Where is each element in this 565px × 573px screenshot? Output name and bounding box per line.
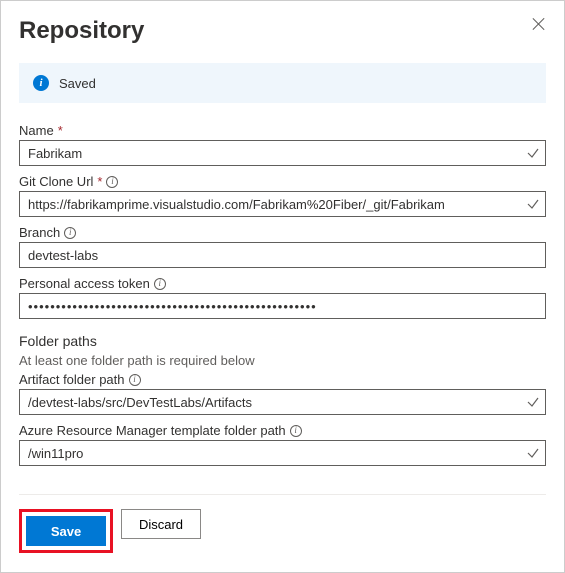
- folder-paths-title: Folder paths: [19, 333, 546, 349]
- branch-input[interactable]: [19, 242, 546, 268]
- save-highlight: Save: [19, 509, 113, 553]
- branch-label: Branch i: [19, 225, 546, 240]
- save-button[interactable]: Save: [26, 516, 106, 546]
- arm-path-input[interactable]: [19, 440, 546, 466]
- required-mark: *: [97, 174, 102, 189]
- divider: [19, 494, 546, 495]
- artifact-path-input[interactable]: [19, 389, 546, 415]
- discard-button[interactable]: Discard: [121, 509, 201, 539]
- clone-url-input[interactable]: [19, 191, 546, 217]
- info-icon[interactable]: i: [129, 374, 141, 386]
- panel-header: Repository: [19, 17, 546, 45]
- pat-label: Personal access token i: [19, 276, 546, 291]
- panel-title: Repository: [19, 17, 144, 45]
- close-icon[interactable]: [532, 17, 546, 31]
- status-banner: i Saved: [19, 63, 546, 103]
- info-icon[interactable]: i: [290, 425, 302, 437]
- name-label: Name*: [19, 123, 546, 138]
- arm-path-label: Azure Resource Manager template folder p…: [19, 423, 546, 438]
- clone-url-label: Git Clone Url* i: [19, 174, 546, 189]
- info-icon[interactable]: i: [106, 176, 118, 188]
- info-icon[interactable]: i: [154, 278, 166, 290]
- repository-panel: Repository i Saved Name* Git Clone Url* …: [0, 0, 565, 573]
- button-row: Save Discard: [19, 509, 546, 553]
- name-input[interactable]: [19, 140, 546, 166]
- folder-paths-hint: At least one folder path is required bel…: [19, 353, 546, 368]
- artifact-path-label: Artifact folder path i: [19, 372, 546, 387]
- info-icon: i: [33, 75, 49, 91]
- required-mark: *: [58, 123, 63, 138]
- pat-input[interactable]: [19, 293, 546, 319]
- info-icon[interactable]: i: [64, 227, 76, 239]
- status-message: Saved: [59, 76, 96, 91]
